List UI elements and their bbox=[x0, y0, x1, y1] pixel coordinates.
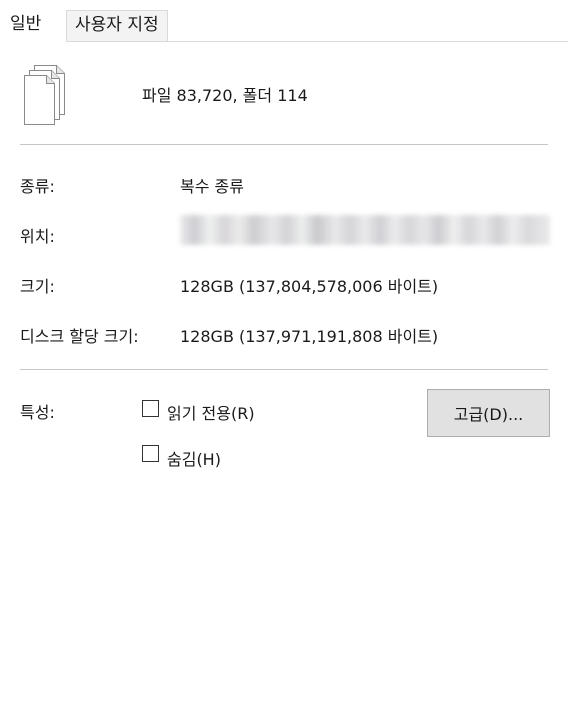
tab-bar: 일반 사용자 지정 bbox=[0, 0, 568, 42]
type-label: 종류: bbox=[20, 177, 55, 196]
multiple-files-icon bbox=[20, 64, 72, 130]
tab-divider bbox=[66, 41, 568, 42]
separator bbox=[20, 144, 548, 145]
type-value: 복수 종류 bbox=[180, 177, 244, 196]
tab-customize[interactable]: 사용자 지정 bbox=[66, 10, 168, 41]
size-label: 크기: bbox=[20, 277, 55, 296]
selection-summary: 파일 83,720, 폴더 114 bbox=[142, 86, 308, 105]
separator bbox=[20, 369, 548, 370]
readonly-label[interactable]: 읽기 전용(R) bbox=[167, 400, 255, 424]
disk-size-label: 디스크 할당 크기: bbox=[20, 327, 139, 346]
hidden-checkbox[interactable] bbox=[142, 445, 159, 462]
attributes-label: 특성: bbox=[20, 403, 55, 422]
tab-general[interactable]: 일반 bbox=[0, 6, 48, 42]
size-value: 128GB (137,804,578,006 바이트) bbox=[180, 277, 439, 296]
advanced-button[interactable]: 고급(D)... bbox=[427, 389, 550, 437]
location-label: 위치: bbox=[20, 227, 55, 246]
readonly-checkbox[interactable] bbox=[142, 400, 159, 417]
disk-size-value: 128GB (137,971,191,808 바이트) bbox=[180, 327, 439, 346]
location-value-redacted bbox=[180, 215, 550, 245]
hidden-label[interactable]: 숨김(H) bbox=[167, 446, 221, 470]
